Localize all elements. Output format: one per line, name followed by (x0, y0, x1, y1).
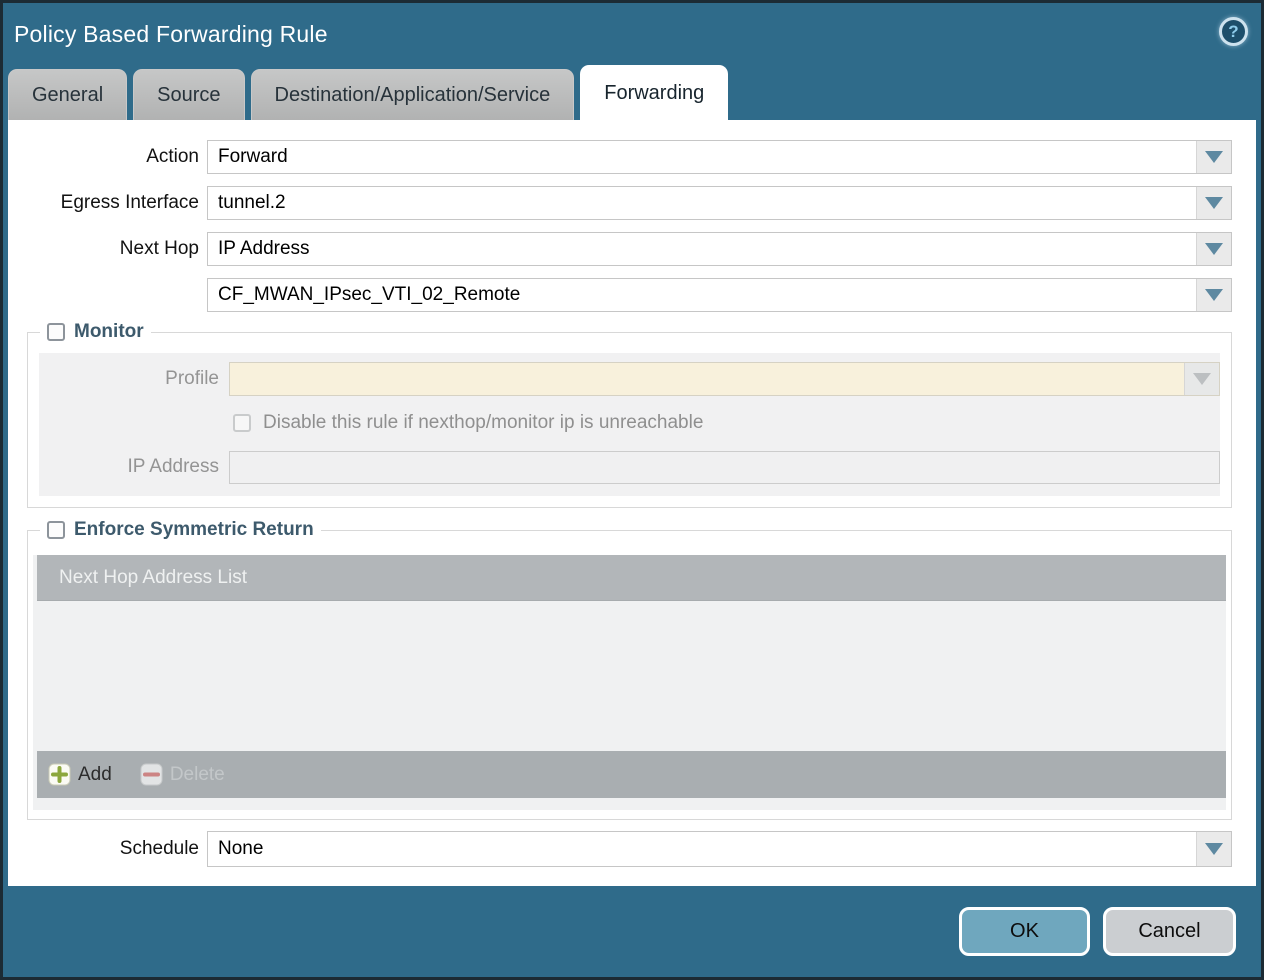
profile-dropdown (229, 362, 1220, 396)
egress-interface-dropdown-button[interactable] (1196, 187, 1231, 219)
next-hop-address-row: CF_MWAN_IPsec_VTI_02_Remote (8, 278, 1232, 312)
next-hop-type-value[interactable]: IP Address (208, 233, 1196, 265)
next-hop-address-dropdown[interactable]: CF_MWAN_IPsec_VTI_02_Remote (207, 278, 1232, 312)
egress-interface-dropdown[interactable]: tunnel.2 (207, 186, 1232, 220)
ok-button[interactable]: OK (959, 907, 1090, 956)
minus-icon (140, 763, 163, 786)
monitor-checkbox[interactable] (47, 323, 65, 341)
tab-bar: General Source Destination/Application/S… (8, 67, 1261, 120)
next-hop-address-list-body (37, 601, 1226, 751)
next-hop-address-list-header: Next Hop Address List (37, 555, 1226, 601)
monitor-panel: Profile Disable this rule if nexthop/mon… (39, 353, 1220, 496)
delete-button: Delete (140, 763, 225, 786)
chevron-down-icon (1193, 373, 1211, 385)
chevron-down-icon (1205, 197, 1223, 209)
chevron-down-icon (1205, 151, 1223, 163)
egress-interface-value[interactable]: tunnel.2 (208, 187, 1196, 219)
next-hop-type-dropdown-button[interactable] (1196, 233, 1231, 265)
monitor-ip-address-input (229, 451, 1220, 484)
enforce-symmetric-return-section: Enforce Symmetric Return Next Hop Addres… (27, 530, 1232, 820)
schedule-value[interactable]: None (208, 832, 1196, 866)
help-icon[interactable]: ? (1219, 17, 1248, 46)
next-hop-address-dropdown-button[interactable] (1196, 279, 1231, 311)
enforce-symmetric-return-checkbox[interactable] (47, 521, 65, 539)
chevron-down-icon (1205, 289, 1223, 301)
plus-icon (48, 763, 71, 786)
disable-rule-row: Disable this rule if nexthop/monitor ip … (233, 411, 1220, 435)
cancel-button[interactable]: Cancel (1103, 907, 1236, 956)
monitor-ip-address-label: IP Address (39, 456, 229, 478)
schedule-label: Schedule (8, 838, 207, 860)
tab-source[interactable]: Source (133, 69, 244, 120)
next-hop-row: Next Hop IP Address (8, 232, 1232, 266)
disable-rule-label: Disable this rule if nexthop/monitor ip … (263, 412, 703, 434)
enforce-symmetric-return-legend: Enforce Symmetric Return (40, 519, 321, 541)
next-hop-address-list-footer: Add Delete (37, 751, 1226, 798)
enforce-symmetric-return-legend-label: Enforce Symmetric Return (74, 519, 314, 541)
next-hop-type-dropdown[interactable]: IP Address (207, 232, 1232, 266)
schedule-dropdown-button[interactable] (1196, 832, 1231, 866)
monitor-legend: Monitor (40, 321, 151, 343)
action-value[interactable]: Forward (208, 141, 1196, 173)
monitor-section: Monitor Profile Disable this rule if nex… (27, 332, 1232, 508)
action-row: Action Forward (8, 140, 1232, 174)
profile-row: Profile (39, 362, 1220, 396)
egress-interface-label: Egress Interface (8, 192, 207, 214)
next-hop-address-list-panel: Next Hop Address List Add (33, 555, 1226, 810)
monitor-ip-address-row: IP Address (39, 450, 1220, 484)
monitor-legend-label: Monitor (74, 321, 144, 343)
policy-based-forwarding-dialog: Policy Based Forwarding Rule ? General S… (0, 0, 1264, 980)
add-button[interactable]: Add (48, 763, 112, 786)
tab-general[interactable]: General (8, 69, 127, 120)
forwarding-tab-content: Action Forward Egress Interface tunnel.2… (8, 120, 1256, 886)
next-hop-address-value[interactable]: CF_MWAN_IPsec_VTI_02_Remote (208, 279, 1196, 311)
next-hop-label: Next Hop (8, 238, 207, 260)
dialog-footer: OK Cancel (3, 886, 1261, 977)
tab-destination-application-service[interactable]: Destination/Application/Service (251, 69, 575, 120)
egress-interface-row: Egress Interface tunnel.2 (8, 186, 1232, 220)
action-dropdown[interactable]: Forward (207, 140, 1232, 174)
add-button-label: Add (78, 764, 112, 786)
schedule-dropdown[interactable]: None (207, 831, 1232, 867)
profile-value (230, 363, 1184, 395)
delete-button-label: Delete (170, 764, 225, 786)
dialog-title: Policy Based Forwarding Rule (14, 21, 328, 48)
schedule-row: Schedule None (8, 831, 1232, 867)
tab-forwarding[interactable]: Forwarding (580, 65, 728, 120)
disable-rule-checkbox (233, 414, 251, 432)
action-label: Action (8, 146, 207, 168)
chevron-down-icon (1205, 243, 1223, 255)
profile-label: Profile (39, 368, 229, 390)
chevron-down-icon (1205, 843, 1223, 855)
action-dropdown-button[interactable] (1196, 141, 1231, 173)
profile-dropdown-button (1184, 363, 1219, 395)
